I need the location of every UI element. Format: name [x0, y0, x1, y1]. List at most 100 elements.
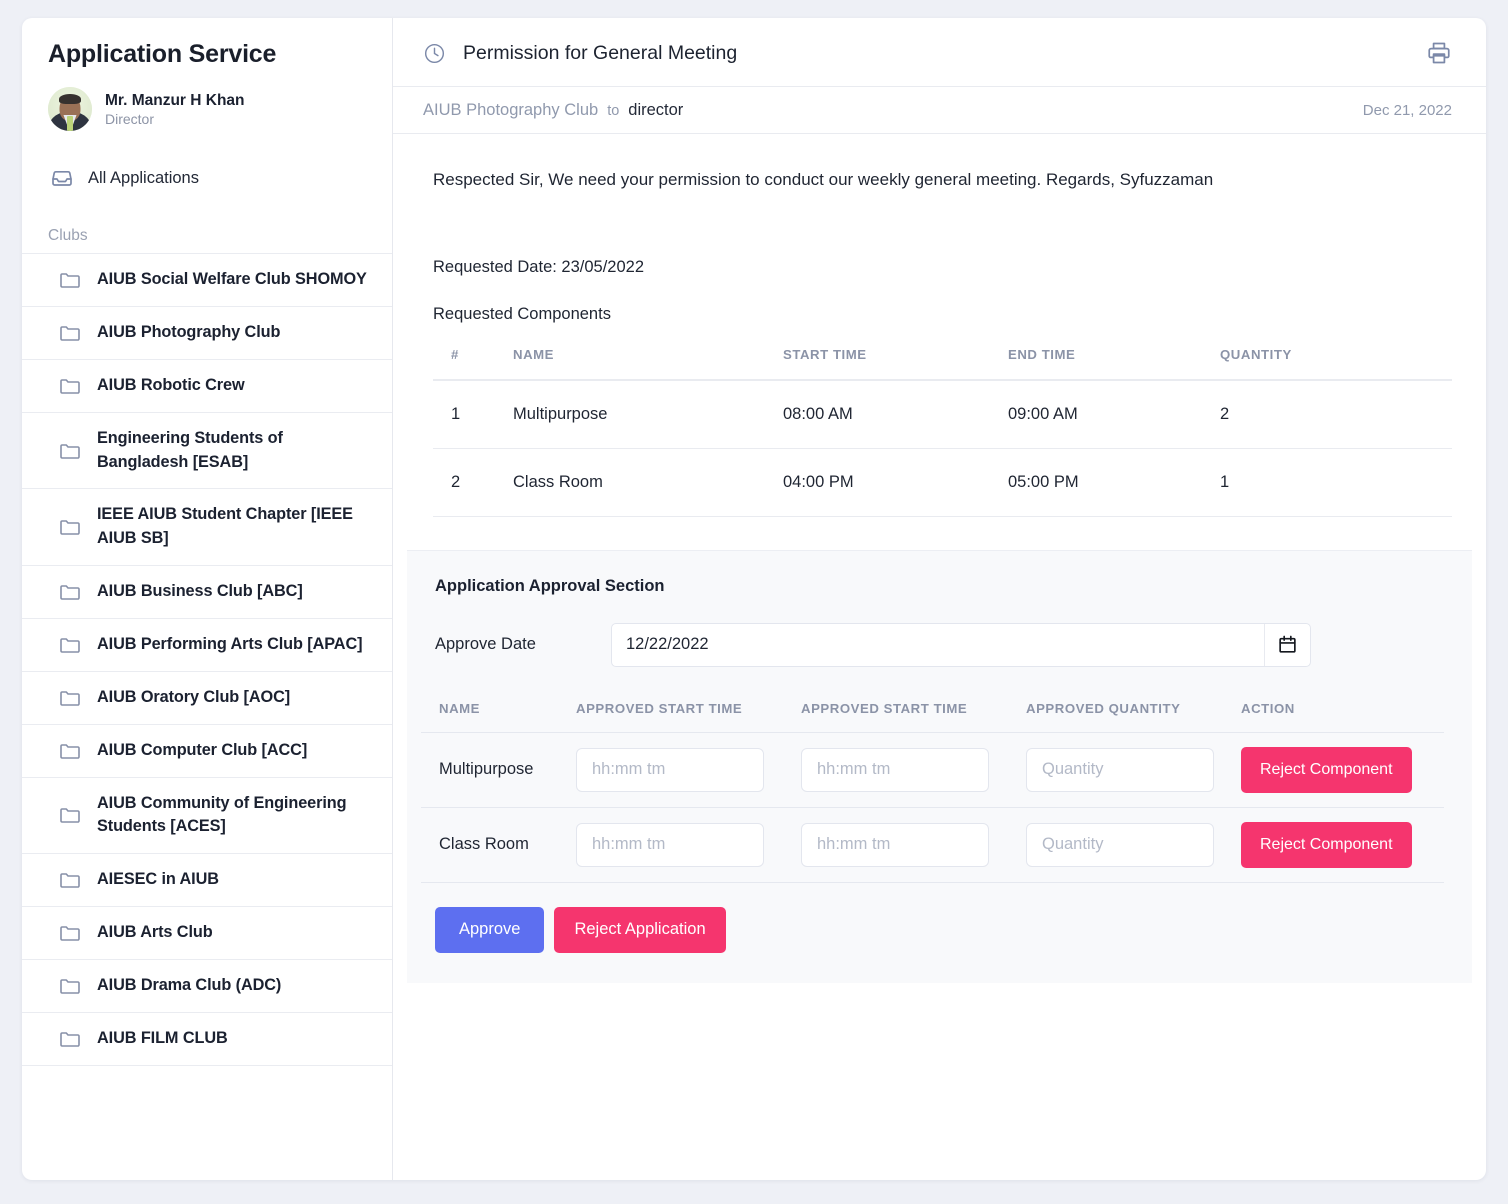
sidebar-club-item[interactable]: AIUB Computer Club [ACC]: [22, 723, 392, 777]
table-row: 1 Multipurpose 08:00 AM 09:00 AM 2: [433, 379, 1452, 449]
meta-recipient: director: [628, 101, 684, 119]
approved-start-time-input[interactable]: [576, 822, 764, 867]
folder-icon: [58, 374, 82, 398]
club-name: AIESEC in AIUB: [97, 869, 219, 888]
cell-name: Class Room: [513, 448, 783, 517]
col-header-approved-quantity: APPROVED QUANTITY: [1026, 700, 1241, 733]
club-name: AIUB Community of Engineering Students […: [97, 793, 347, 836]
club-name: AIUB Social Welfare Club SHOMOY: [97, 270, 367, 289]
cell-quantity: 1: [1220, 448, 1452, 517]
folder-icon: [58, 1027, 82, 1051]
sidebar: Application Service Mr. Manzur H Khan Di…: [22, 18, 393, 1180]
approve-date-input[interactable]: [612, 623, 1264, 666]
approval-section: Application Approval Section Approve Dat…: [407, 549, 1472, 983]
sidebar-club-item[interactable]: AIUB FILM CLUB: [22, 1011, 392, 1066]
approval-row-name: Multipurpose: [421, 732, 576, 808]
approval-row: Multipurpose Reject Component: [421, 732, 1444, 808]
main-header: Permission for General Meeting: [393, 18, 1486, 87]
club-name: AIUB Photography Club: [97, 323, 281, 342]
folder-icon: [58, 803, 82, 827]
approval-header-row: NAME APPROVED START TIME APPROVED START …: [421, 700, 1444, 733]
folder-icon: [58, 686, 82, 710]
club-name: IEEE AIUB Student Chapter [IEEE AIUB SB]: [97, 505, 353, 547]
col-header-index: #: [433, 346, 513, 381]
requested-date: Requested Date: 23/05/2022: [433, 257, 644, 276]
sidebar-section-clubs: Clubs: [48, 227, 88, 244]
meta-sender: AIUB Photography Club: [423, 101, 599, 119]
sidebar-club-item[interactable]: AIESEC in AIUB: [22, 852, 392, 906]
folder-icon: [58, 580, 82, 604]
requested-components-table: # NAME START TIME END TIME QUANTITY 1 Mu…: [433, 346, 1452, 517]
sidebar-club-item[interactable]: AIUB Business Club [ABC]: [22, 564, 392, 618]
folder-icon: [58, 439, 82, 463]
approval-section-title: Application Approval Section: [435, 576, 665, 595]
approved-start-time-input[interactable]: [576, 747, 764, 792]
sidebar-club-item[interactable]: AIUB Community of Engineering Students […: [22, 776, 392, 853]
reject-component-button[interactable]: Reject Component: [1241, 746, 1412, 793]
approved-quantity-input[interactable]: [1026, 822, 1214, 867]
club-name: AIUB FILM CLUB: [97, 1028, 228, 1047]
col-header-name: NAME: [421, 700, 576, 733]
approve-date-row: Approve Date: [421, 622, 1444, 667]
sidebar-club-item[interactable]: AIUB Arts Club: [22, 905, 392, 959]
col-header-approved-start-time: APPROVED START TIME: [576, 700, 801, 733]
sidebar-club-item[interactable]: AIUB Oratory Club [AOC]: [22, 670, 392, 724]
user-profile[interactable]: Mr. Manzur H Khan Director: [22, 87, 392, 131]
col-header-name: NAME: [513, 346, 783, 381]
sidebar-item-label: All Applications: [88, 168, 199, 187]
clock-icon: [423, 42, 446, 65]
approved-end-time-input[interactable]: [801, 747, 989, 792]
col-header-approved-end-time: APPROVED START TIME: [801, 700, 1026, 733]
requested-components-label: Requested Components: [433, 304, 611, 323]
message-text: Respected Sir, We need your permission t…: [433, 170, 1214, 189]
folder-icon: [58, 974, 82, 998]
folder-icon: [58, 633, 82, 657]
page-root: Application Service Mr. Manzur H Khan Di…: [0, 0, 1508, 1204]
sidebar-item-all-applications[interactable]: All Applications: [22, 157, 392, 199]
approved-quantity-input[interactable]: [1026, 747, 1214, 792]
message-meta: AIUB Photography Club to director Dec 21…: [393, 87, 1486, 134]
print-icon[interactable]: [1426, 40, 1452, 66]
folder-icon: [58, 868, 82, 892]
folder-icon: [58, 515, 82, 539]
app-title: Application Service: [48, 40, 277, 68]
club-name: AIUB Oratory Club [AOC]: [97, 687, 291, 706]
club-list: AIUB Social Welfare Club SHOMOY AIUB Pho…: [22, 253, 392, 1066]
approval-row: Class Room Reject Component: [421, 807, 1444, 883]
folder-icon: [58, 321, 82, 345]
col-header-end-time: END TIME: [1008, 346, 1220, 381]
approval-row-name: Class Room: [421, 807, 576, 883]
meta-date: Dec 21, 2022: [1362, 102, 1452, 119]
folder-icon: [58, 921, 82, 945]
sidebar-club-item[interactable]: Engineering Students of Bangladesh [ESAB…: [22, 412, 392, 488]
sidebar-club-item[interactable]: AIUB Drama Club (ADC): [22, 958, 392, 1012]
app-card: Application Service Mr. Manzur H Khan Di…: [22, 18, 1486, 1180]
col-header-start-time: START TIME: [783, 346, 1008, 381]
club-name: AIUB Performing Arts Club [APAC]: [97, 634, 363, 653]
avatar: [48, 87, 92, 131]
user-role: Director: [105, 111, 155, 128]
reject-component-button[interactable]: Reject Component: [1241, 821, 1412, 868]
sidebar-club-item[interactable]: IEEE AIUB Student Chapter [IEEE AIUB SB]: [22, 488, 392, 564]
cell-quantity: 2: [1220, 379, 1452, 449]
cell-end-time: 05:00 PM: [1008, 448, 1220, 517]
sidebar-club-item[interactable]: AIUB Social Welfare Club SHOMOY: [22, 253, 392, 306]
approve-date-field[interactable]: [611, 622, 1311, 667]
sidebar-club-item[interactable]: AIUB Robotic Crew: [22, 359, 392, 412]
reject-application-button[interactable]: Reject Application: [554, 906, 726, 953]
table-row: 2 Class Room 04:00 PM 05:00 PM 1: [433, 448, 1452, 517]
user-name: Mr. Manzur H Khan: [105, 91, 245, 109]
approve-button[interactable]: Approve: [435, 906, 545, 953]
sidebar-club-item[interactable]: AIUB Performing Arts Club [APAC]: [22, 617, 392, 671]
sidebar-club-item[interactable]: AIUB Photography Club: [22, 306, 392, 359]
inbox-icon: [50, 166, 74, 190]
cell-name: Multipurpose: [513, 379, 783, 449]
calendar-icon[interactable]: [1264, 623, 1310, 666]
approved-end-time-input[interactable]: [801, 822, 989, 867]
club-name: AIUB Drama Club (ADC): [97, 975, 282, 994]
col-header-quantity: QUANTITY: [1220, 346, 1452, 381]
club-name: AIUB Arts Club: [97, 922, 213, 941]
col-header-action: ACTION: [1241, 700, 1444, 733]
cell-start-time: 04:00 PM: [783, 448, 1008, 517]
main-panel: Permission for General Meeting AIUB Phot…: [393, 18, 1486, 1180]
